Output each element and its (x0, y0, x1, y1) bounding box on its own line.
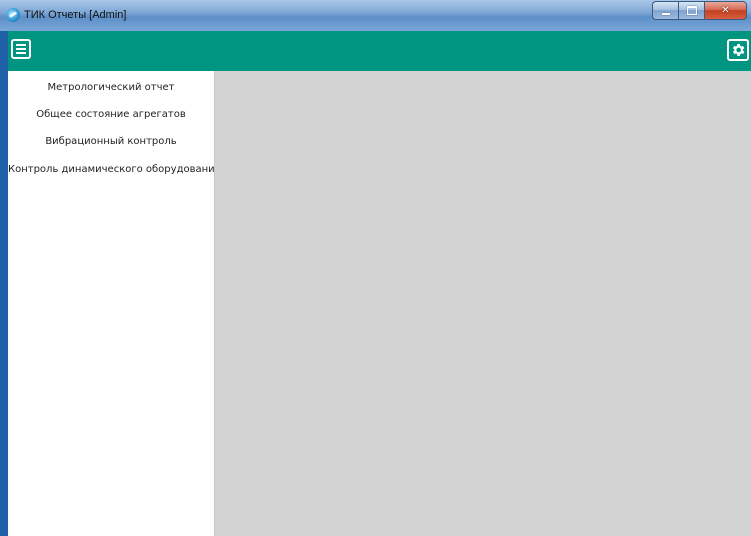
sidebar-item-dynamic-equipment[interactable]: Контроль динамического оборудования (8, 163, 221, 177)
client-area: Метрологический отчет Общее состояние аг… (8, 31, 751, 536)
menu-button[interactable] (11, 39, 31, 59)
sidebar-item-metrology-report[interactable]: Метрологический отчет (8, 81, 214, 95)
title-bar[interactable]: ТИК Отчеты [Admin] ✕ (0, 0, 751, 31)
app-toolbar (8, 31, 751, 71)
window-controls: ✕ (652, 1, 747, 20)
settings-button[interactable] (727, 39, 749, 61)
sidebar-item-units-status[interactable]: Общее состояние агрегатов (8, 108, 214, 122)
minimize-icon (661, 12, 670, 15)
app-logo-icon (6, 8, 20, 22)
minimize-button[interactable] (652, 1, 678, 20)
app-window: ТИК Отчеты [Admin] ✕ Метрологический отч… (0, 0, 751, 536)
maximize-button[interactable] (678, 1, 704, 20)
hamburger-menu-icon-line (16, 48, 26, 50)
hamburger-menu-icon-line (16, 52, 26, 54)
close-icon: ✕ (721, 5, 730, 16)
window-title: ТИК Отчеты [Admin] (24, 9, 127, 21)
content-area (215, 71, 751, 536)
maximize-icon (686, 6, 697, 15)
close-button[interactable]: ✕ (704, 1, 747, 20)
hamburger-menu-icon-line (16, 44, 26, 46)
sidebar-nav: Метрологический отчет Общее состояние аг… (8, 71, 221, 536)
sidebar-item-vibration-control[interactable]: Вибрационный контроль (8, 135, 214, 149)
gear-icon (732, 44, 745, 56)
